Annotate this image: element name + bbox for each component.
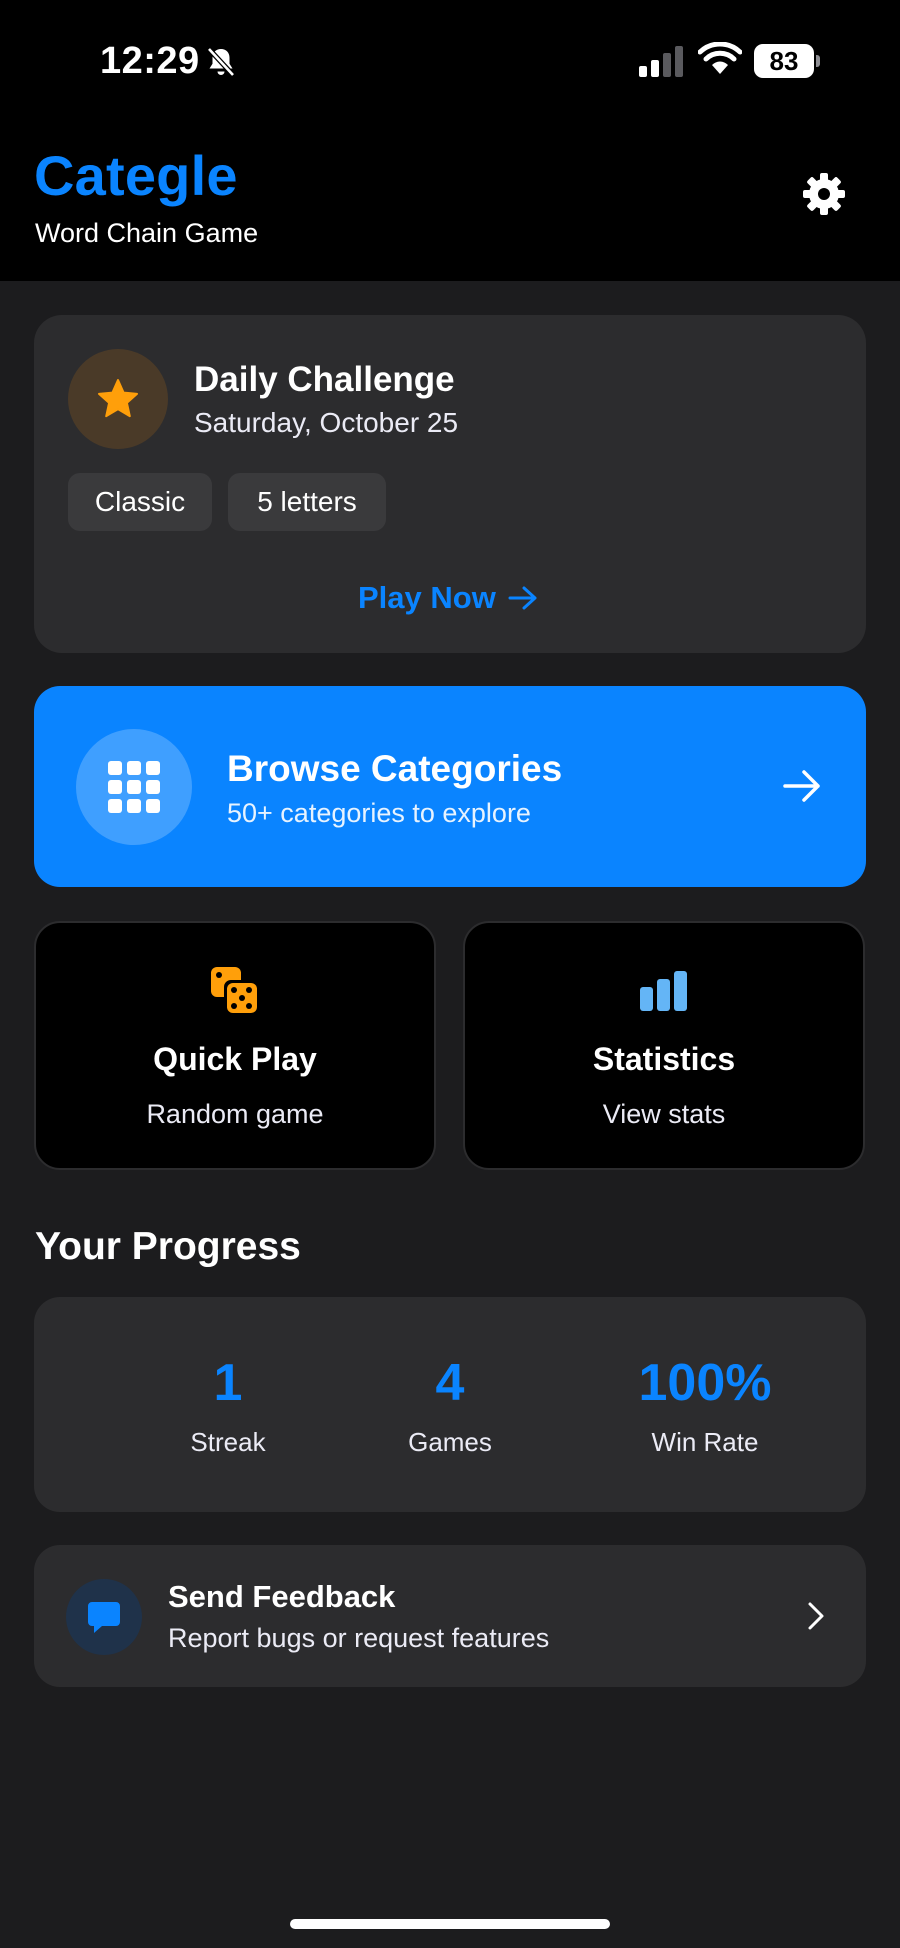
play-now-label: Play Now [358,580,496,615]
arrow-right-icon [783,770,820,802]
cellular-signal-icon [639,46,683,77]
stat-value: 100% [638,1354,772,1412]
feedback-subtitle: Report bugs or request features [168,1623,550,1653]
mode-tag: Classic [68,473,212,531]
statistics-button[interactable]: Statistics View stats [463,921,865,1170]
quick-play-subtitle: Random game [146,1099,324,1129]
stat-label: Games [408,1427,492,1457]
progress-card: 1 Streak 4 Games 100% Win Rate [34,1297,866,1512]
app-subtitle: Word Chain Game [35,218,259,248]
daily-challenge-title: Daily Challenge [194,360,455,399]
play-now-button[interactable]: Play Now [358,580,538,616]
stat-streak: 1 Streak [118,1357,338,1458]
grid-icon [108,761,160,813]
chat-bubble-icon [88,1602,120,1633]
app-header: 12:29 83 Categle Word Chain Game [0,0,900,281]
stat-value: 4 [435,1354,465,1412]
battery-icon: 83 [754,44,820,78]
browse-categories-subtitle: 50+ categories to explore [227,798,531,828]
send-feedback-button[interactable]: Send Feedback Report bugs or request fea… [34,1545,866,1687]
statistics-subtitle: View stats [602,1099,726,1129]
daily-challenge-date: Saturday, October 25 [194,407,459,438]
browse-categories-badge [76,729,192,845]
chevron-right-icon [808,1602,824,1630]
stat-label: Streak [190,1427,266,1457]
bell-slash-icon [207,47,235,77]
quick-play-button[interactable]: Quick Play Random game [34,921,436,1170]
daily-challenge-card[interactable]: Daily Challenge Saturday, October 25 Cla… [34,315,866,653]
app-title: Categle [34,144,238,207]
stat-win-rate: 100% Win Rate [595,1357,815,1458]
stat-label: Win Rate [651,1427,759,1457]
browse-categories-button[interactable]: Browse Categories 50+ categories to expl… [34,686,866,887]
star-icon [98,379,138,418]
bar-chart-icon [640,971,687,1011]
wifi-icon [698,42,742,74]
length-tag: 5 letters [228,473,386,531]
stat-value: 1 [213,1354,243,1412]
quick-play-title: Quick Play [153,1041,317,1077]
daily-challenge-badge [68,349,168,449]
arrow-right-icon [508,586,537,610]
battery-level: 83 [769,45,799,76]
gear-icon[interactable] [800,170,848,218]
feedback-title: Send Feedback [168,1579,396,1614]
home-indicator[interactable] [290,1919,610,1929]
statistics-title: Statistics [592,1041,736,1077]
progress-section-title: Your Progress [35,1225,301,1268]
browse-categories-title: Browse Categories [227,748,563,789]
dice-icon [211,967,258,1014]
feedback-badge [66,1579,142,1655]
stat-games: 4 Games [340,1357,560,1458]
status-time: 12:29 [100,40,200,82]
